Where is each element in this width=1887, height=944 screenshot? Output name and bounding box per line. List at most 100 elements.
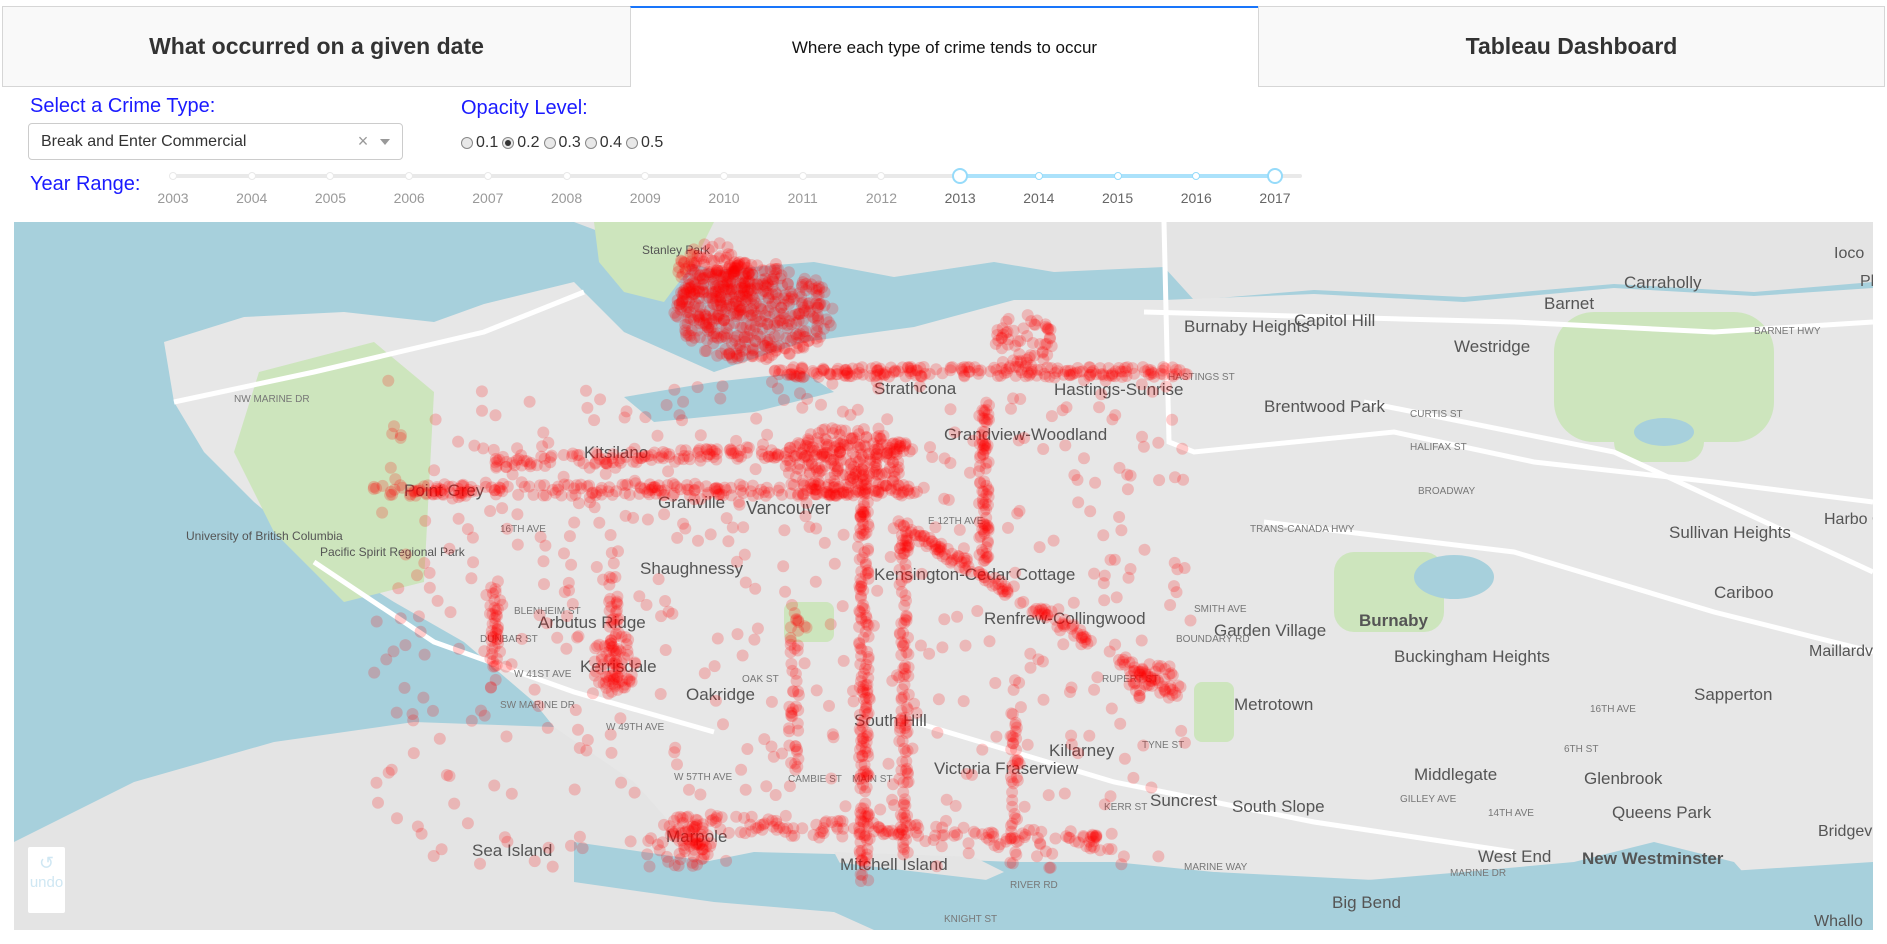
crime-point[interactable]: [734, 826, 747, 839]
crime-point[interactable]: [861, 645, 874, 658]
crime-point[interactable]: [837, 528, 850, 541]
crime-point[interactable]: [972, 364, 984, 377]
slider-mark[interactable]: [641, 172, 650, 180]
crime-point[interactable]: [615, 776, 628, 789]
crime-point[interactable]: [673, 261, 685, 274]
crime-point[interactable]: [979, 496, 992, 509]
crime-point[interactable]: [671, 758, 683, 771]
crime-point[interactable]: [840, 489, 853, 501]
crime-point[interactable]: [528, 683, 541, 696]
crime-point[interactable]: [872, 422, 885, 435]
crime-point[interactable]: [1105, 843, 1118, 856]
crime-point[interactable]: [496, 502, 509, 515]
crime-point[interactable]: [586, 687, 599, 700]
crime-point[interactable]: [628, 656, 641, 669]
crime-point[interactable]: [1042, 789, 1055, 802]
crime-point[interactable]: [720, 854, 733, 867]
crime-point[interactable]: [561, 610, 574, 622]
crime-point[interactable]: [461, 523, 474, 536]
crime-point[interactable]: [1059, 439, 1072, 452]
crime-point[interactable]: [777, 394, 790, 406]
crime-point[interactable]: [739, 280, 751, 293]
crime-point[interactable]: [580, 384, 592, 397]
slider-handle-start[interactable]: [952, 168, 969, 184]
crime-point[interactable]: [817, 827, 830, 840]
crime-point[interactable]: [677, 517, 690, 530]
crime-point[interactable]: [698, 834, 711, 847]
crime-point[interactable]: [583, 461, 596, 474]
crime-point[interactable]: [1048, 371, 1061, 384]
crime-point[interactable]: [837, 654, 850, 667]
crime-point[interactable]: [370, 776, 383, 789]
crime-point[interactable]: [749, 463, 762, 476]
opacity-option-0.1[interactable]: 0.1: [461, 134, 498, 152]
crime-point[interactable]: [1044, 861, 1057, 874]
crime-point[interactable]: [938, 452, 951, 465]
crime-point[interactable]: [826, 728, 839, 741]
crime-point[interactable]: [856, 750, 869, 763]
crime-point[interactable]: [1113, 461, 1126, 474]
crime-point[interactable]: [839, 800, 852, 813]
crime-point[interactable]: [900, 611, 913, 623]
crime-point[interactable]: [938, 613, 951, 626]
crime-point[interactable]: [901, 517, 914, 530]
crime-point[interactable]: [1000, 315, 1013, 328]
crime-point[interactable]: [452, 512, 465, 525]
crime-point[interactable]: [1176, 442, 1189, 455]
crime-point[interactable]: [1114, 717, 1127, 730]
crime-point[interactable]: [1121, 483, 1134, 496]
crime-point[interactable]: [735, 763, 748, 776]
crime-point[interactable]: [501, 522, 514, 535]
crime-point[interactable]: [1011, 507, 1024, 520]
crime-point[interactable]: [936, 641, 949, 654]
crime-point[interactable]: [1156, 364, 1169, 377]
crime-point[interactable]: [1007, 392, 1020, 405]
crime-point[interactable]: [679, 444, 692, 457]
undo-button[interactable]: ↺ undo: [28, 847, 65, 913]
crime-point[interactable]: [1184, 614, 1197, 627]
crime-point[interactable]: [1104, 790, 1117, 803]
crime-point[interactable]: [384, 461, 397, 474]
slider-mark[interactable]: [169, 172, 177, 180]
crime-point[interactable]: [796, 401, 809, 414]
crime-point[interactable]: [815, 398, 827, 411]
crime-point[interactable]: [715, 331, 728, 344]
crime-point[interactable]: [800, 497, 813, 509]
crime-point[interactable]: [736, 649, 749, 662]
crime-point[interactable]: [501, 480, 514, 493]
crime-point[interactable]: [858, 528, 871, 541]
crime-point[interactable]: [716, 380, 729, 393]
slider-mark[interactable]: [405, 172, 414, 180]
crime-type-dropdown[interactable]: Break and Enter Commercial ×: [28, 123, 403, 160]
crime-point[interactable]: [784, 487, 797, 500]
crime-point[interactable]: [608, 657, 621, 670]
crime-point[interactable]: [590, 561, 603, 573]
opacity-option-0.5[interactable]: 0.5: [626, 134, 663, 152]
crime-point[interactable]: [701, 333, 714, 346]
crime-point[interactable]: [1146, 385, 1159, 398]
crime-point[interactable]: [838, 369, 851, 382]
crime-point[interactable]: [1049, 832, 1062, 845]
crime-point[interactable]: [1006, 817, 1019, 830]
crime-point[interactable]: [882, 757, 895, 770]
crime-point[interactable]: [995, 331, 1008, 344]
crime-point[interactable]: [1018, 800, 1031, 813]
crime-point[interactable]: [694, 788, 707, 801]
crime-point[interactable]: [902, 670, 915, 683]
crime-point[interactable]: [414, 625, 427, 638]
slider-mark[interactable]: [247, 172, 256, 180]
crime-point[interactable]: [645, 483, 658, 496]
crime-point[interactable]: [538, 479, 551, 492]
crime-point[interactable]: [1097, 529, 1110, 542]
crime-point[interactable]: [1137, 440, 1150, 453]
crime-point[interactable]: [1113, 511, 1126, 523]
crime-point[interactable]: [855, 853, 868, 866]
crime-point[interactable]: [948, 426, 961, 439]
crime-point[interactable]: [957, 821, 970, 834]
crime-point[interactable]: [639, 411, 652, 424]
crime-point[interactable]: [443, 542, 456, 555]
crime-point[interactable]: [1152, 850, 1165, 863]
crime-point[interactable]: [737, 480, 750, 493]
crime-point[interactable]: [1168, 580, 1180, 593]
crime-point[interactable]: [415, 827, 428, 840]
